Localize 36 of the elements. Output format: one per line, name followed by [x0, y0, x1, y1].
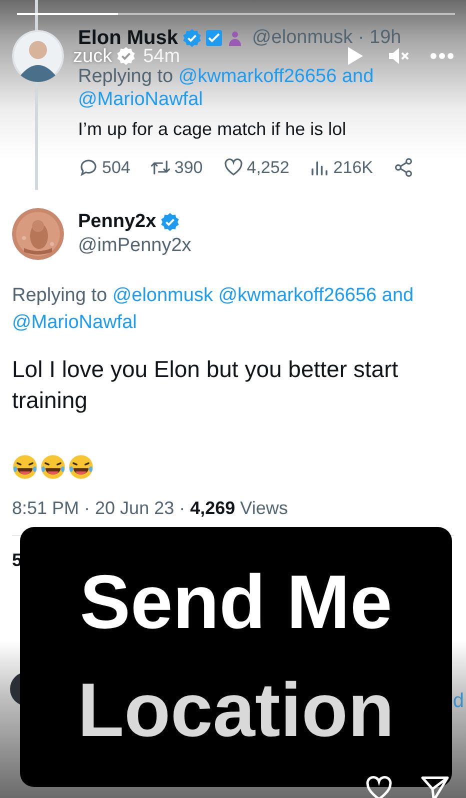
- stat-count: 390: [174, 158, 203, 178]
- replying-to-text: Replying to @kwmarkoff26656 and @MarioNawfal: [78, 65, 375, 111]
- avatar[interactable]: [12, 30, 64, 82]
- author-handle: @elonmusk · 19h: [252, 27, 402, 49]
- username[interactable]: zuck: [73, 48, 112, 64]
- mention-link[interactable]: @MarioNawfal: [12, 312, 137, 333]
- caption-text: Location: [78, 667, 394, 755]
- laughing-face-icon: [68, 454, 94, 480]
- stat-count: 4,252: [246, 158, 290, 178]
- author-handle: @imPenny2x: [78, 235, 192, 257]
- share-icon[interactable]: [393, 157, 414, 178]
- replying-to-text: Replying to @elonmusk @kwmarkoff26656 and @MarioNawfal: [12, 284, 415, 335]
- mention-link[interactable]: @kwmarkoff26656: [218, 285, 377, 306]
- mention-link[interactable]: @elonmusk: [112, 285, 213, 306]
- mention-link[interactable]: and: [382, 285, 414, 306]
- heart-icon[interactable]: [222, 157, 244, 178]
- tweet-text: I’m up for a cage match if he is lol: [78, 119, 348, 140]
- comment-icon[interactable]: [78, 157, 99, 178]
- tweet-text: Lol I love you Elon but you better start training: [12, 355, 400, 415]
- heart-icon[interactable]: [364, 774, 394, 798]
- timestamp-views: 8:51 PM · 20 Jun 23 · 4,269 Views: [12, 498, 289, 519]
- author-name[interactable]: Penny2x: [78, 211, 156, 233]
- mention-link[interactable]: @MarioNawfal: [78, 89, 203, 110]
- mention-link[interactable]: and: [342, 66, 374, 87]
- stat-count: 504: [102, 158, 130, 178]
- laughing-face-icon: [12, 454, 38, 480]
- person-icon: [227, 30, 244, 46]
- verified-badge-icon: [183, 29, 202, 47]
- post-time: 54m: [143, 48, 180, 64]
- caption-text: Send Me: [80, 559, 392, 647]
- author-name[interactable]: Elon Musk: [78, 28, 178, 48]
- laughing-face-icon: [40, 454, 66, 480]
- stat-count: 216K: [333, 158, 373, 178]
- tweet-text: d: [452, 690, 464, 713]
- mention-link[interactable]: @kwmarkoff26656: [178, 66, 337, 87]
- send-icon[interactable]: [420, 774, 450, 798]
